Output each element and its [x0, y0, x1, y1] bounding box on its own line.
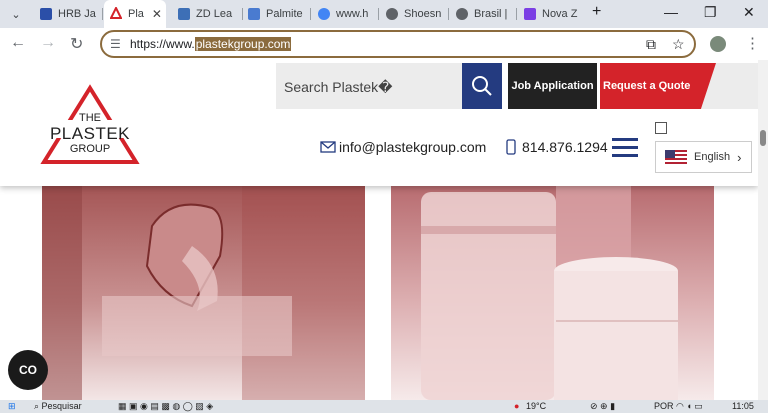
- clock[interactable]: 11:05: [732, 401, 754, 411]
- product-image-spout[interactable]: [42, 186, 365, 400]
- us-flag-icon: [665, 150, 687, 164]
- tab-3[interactable]: Palmite: [248, 0, 308, 28]
- tab-1-active[interactable]: Pla ✕: [104, 0, 166, 28]
- network-icon[interactable]: ◠ ◖ ▭: [676, 401, 703, 412]
- address-bar[interactable]: ☰ https://www.plastekgroup.com ⧉ ☆: [100, 30, 696, 58]
- tab-4[interactable]: www.h: [318, 0, 374, 28]
- tab-list-button[interactable]: ⌄: [2, 0, 30, 28]
- logo-line2: PLASTEK: [49, 124, 131, 143]
- taskbar-search[interactable]: ⌕ Pesquisar: [34, 401, 82, 412]
- plastek-logo[interactable]: THE PLASTEK GROUP: [40, 84, 140, 166]
- tab-0[interactable]: HRB Ja: [40, 0, 100, 28]
- hamburger-menu-icon[interactable]: [612, 138, 638, 158]
- plastek-favicon-icon: [109, 5, 123, 22]
- back-icon[interactable]: ←: [10, 34, 26, 52]
- tab-favicon-icon: [178, 8, 190, 20]
- tab-2[interactable]: ZD Lea: [178, 0, 240, 28]
- site-header: THE PLASTEK GROUP Search Plastek� Job Ap…: [0, 60, 758, 186]
- logo-line1: THE: [79, 112, 101, 124]
- more-menu-icon[interactable]: ⋮: [745, 34, 760, 52]
- google-icon: [318, 8, 330, 20]
- phone-link[interactable]: 814.876.1294: [506, 139, 608, 155]
- globe-icon: [386, 8, 398, 20]
- product-image-containers[interactable]: [391, 186, 714, 400]
- search-input[interactable]: Search Plastek�: [276, 63, 462, 109]
- browser-toolbar: ← → ↻ ☰ https://www.plastekgroup.com ⧉ ☆…: [0, 28, 768, 60]
- taskbar-apps[interactable]: ▦ ▣ ◉ ▤ ▩ ◍ ◯ ▨ ◈: [118, 401, 213, 412]
- windows-start-icon[interactable]: ⊞: [8, 401, 16, 412]
- tab-favicon-icon: [524, 8, 536, 20]
- tab-favicon-icon: [248, 8, 260, 20]
- translate-icon[interactable]: ⧉: [646, 36, 656, 53]
- search-icon: [472, 76, 492, 96]
- chevron-right-icon: ›: [737, 149, 742, 165]
- bookmark-star-icon[interactable]: ☆: [672, 36, 685, 53]
- tab-7[interactable]: Nova Z: [524, 0, 578, 28]
- phone-icon: [506, 139, 516, 155]
- windows-taskbar: ⊞ ⌕ Pesquisar ▦ ▣ ◉ ▤ ▩ ◍ ◯ ▨ ◈ ● 19°C ⊘…: [0, 400, 768, 413]
- language-selector[interactable]: English ›: [655, 141, 752, 173]
- webpage: THE PLASTEK GROUP Search Plastek� Job Ap…: [0, 60, 758, 400]
- search-button[interactable]: [462, 63, 502, 109]
- tab-strip: ⌄ HRB Ja Pla ✕ ZD Lea Palmite www.h Shoe…: [0, 0, 768, 28]
- close-tab-icon[interactable]: ✕: [152, 7, 162, 21]
- cc-floating-button[interactable]: CO: [8, 350, 48, 390]
- close-window-icon[interactable]: ✕: [743, 4, 755, 21]
- job-application-button[interactable]: Job Application: [508, 63, 597, 109]
- site-info-icon[interactable]: ☰: [110, 37, 121, 51]
- request-quote-button[interactable]: Request a Quote: [600, 63, 716, 109]
- page-scrollbar[interactable]: [758, 60, 768, 400]
- minimize-icon[interactable]: —: [664, 4, 678, 20]
- globe-icon: [456, 8, 468, 20]
- input-language[interactable]: POR: [654, 401, 674, 411]
- tab-favicon-icon: [40, 8, 52, 20]
- url-text[interactable]: https://www.plastekgroup.com: [130, 37, 292, 51]
- tray-icons[interactable]: ⊘ ⊕ ▮: [590, 401, 615, 412]
- logo-line3: GROUP: [69, 143, 111, 155]
- scrollbar-thumb[interactable]: [760, 130, 766, 146]
- profile-avatar[interactable]: [710, 36, 726, 52]
- weather-temp: 19°C: [526, 401, 547, 411]
- weather-icon[interactable]: ●: [514, 401, 519, 411]
- envelope-icon: [320, 141, 336, 153]
- restore-icon[interactable]: ❐: [704, 4, 717, 21]
- reload-icon[interactable]: ↻: [70, 34, 83, 54]
- email-link[interactable]: info@plastekgroup.com: [320, 139, 486, 155]
- tab-6[interactable]: Brasil |: [456, 0, 514, 28]
- tab-5[interactable]: Shoesn: [386, 0, 444, 28]
- forward-icon[interactable]: →: [40, 34, 56, 52]
- toggle-checkbox[interactable]: [655, 122, 667, 134]
- new-tab-button[interactable]: +: [592, 3, 601, 21]
